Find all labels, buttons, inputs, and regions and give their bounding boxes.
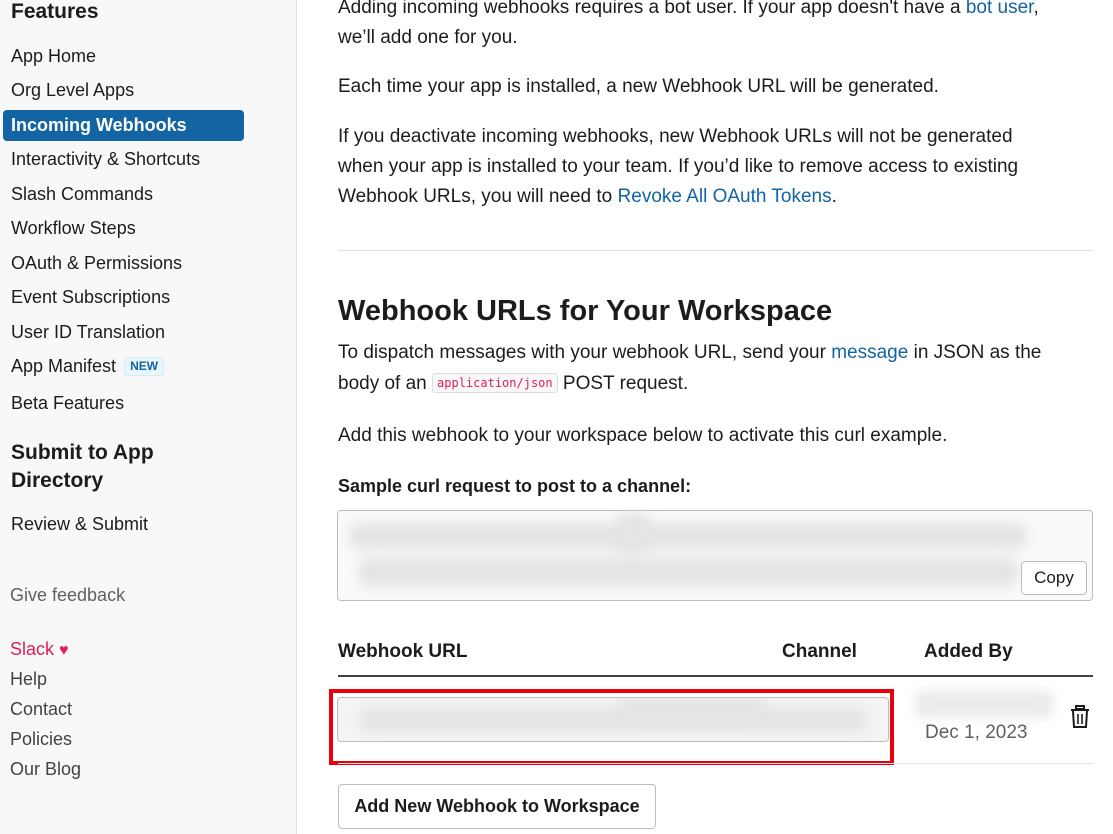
sidebar-item-beta-features[interactable]: Beta Features xyxy=(3,388,244,419)
policies-link[interactable]: Policies xyxy=(10,727,72,751)
sidebar: Features App Home Org Level Apps Incomin… xyxy=(0,0,297,834)
sample-curl-label: Sample curl request to post to a channel… xyxy=(338,476,692,496)
added-date: Dec 1, 2023 xyxy=(925,722,1028,743)
help-link[interactable]: Help xyxy=(10,667,47,691)
intro-comma: , xyxy=(1033,0,1039,18)
give-feedback-link[interactable]: Give feedback xyxy=(10,583,125,607)
sidebar-item-app-manifest[interactable]: App Manifest NEW xyxy=(3,351,244,382)
new-badge: NEW xyxy=(124,357,165,376)
highlight-box xyxy=(329,689,894,765)
activate-paragraph: Add this webhook to your workspace below… xyxy=(338,425,948,446)
submit-heading-line2: Directory xyxy=(11,469,104,492)
redacted-curl-line xyxy=(348,523,1028,549)
sidebar-item-oauth-permissions[interactable]: OAuth & Permissions xyxy=(3,248,244,279)
intro-text: Adding incoming webhooks requires a bot … xyxy=(338,0,966,18)
redacted-curl-blob xyxy=(616,513,650,553)
redacted-added-by-user xyxy=(914,690,1054,718)
column-header-channel: Channel xyxy=(782,641,857,662)
section-divider xyxy=(338,250,1093,251)
intro-paragraph: Adding incoming webhooks requires a bot … xyxy=(338,0,1058,53)
content-type-code: application/json xyxy=(432,373,558,393)
main-content: Adding incoming webhooks requires a bot … xyxy=(298,0,1113,834)
sidebar-item-incoming-webhooks[interactable]: Incoming Webhooks xyxy=(3,110,244,141)
submit-heading-line1: Submit to App xyxy=(11,441,154,464)
column-header-webhook-url: Webhook URL xyxy=(338,641,468,662)
sidebar-item-label: App Manifest xyxy=(11,356,117,376)
revoke-period: . xyxy=(831,186,837,207)
sidebar-item-review-submit[interactable]: Review & Submit xyxy=(3,509,244,540)
section-title: Webhook URLs for Your Workspace xyxy=(338,295,833,327)
sidebar-item-event-subscriptions[interactable]: Event Subscriptions xyxy=(3,282,244,313)
dispatch-text: To dispatch messages with your webhook U… xyxy=(338,342,832,363)
slack-label: Slack xyxy=(10,639,55,659)
curl-example-box[interactable]: Copy xyxy=(337,510,1093,601)
column-header-added-by: Added By xyxy=(924,641,1013,662)
copy-button[interactable]: Copy xyxy=(1021,561,1087,595)
features-heading: Features xyxy=(11,0,99,23)
bot-user-link[interactable]: bot user xyxy=(966,0,1034,18)
new-url-paragraph: Each time your app is installed, a new W… xyxy=(338,76,939,97)
redacted-curl-line xyxy=(358,557,1018,587)
dispatch-text3: POST request. xyxy=(557,373,689,394)
dispatch-paragraph: To dispatch messages with your webhook U… xyxy=(338,338,1058,399)
sidebar-item-workflow-steps[interactable]: Workflow Steps xyxy=(3,213,244,244)
slack-link[interactable]: Slack ♥ xyxy=(10,637,69,663)
table-row-rule xyxy=(338,763,1093,764)
contact-link[interactable]: Contact xyxy=(10,697,72,721)
message-link[interactable]: message xyxy=(831,342,908,363)
table-header-rule xyxy=(338,675,1093,677)
add-new-webhook-button[interactable]: Add New Webhook to Workspace xyxy=(338,784,656,829)
deactivate-paragraph: If you deactivate incoming webhooks, new… xyxy=(338,122,1058,212)
sidebar-item-slash-commands[interactable]: Slash Commands xyxy=(3,179,244,210)
blog-link[interactable]: Our Blog xyxy=(10,757,81,781)
heart-icon: ♥ xyxy=(59,642,69,659)
intro-line2: we’ll add one for you. xyxy=(338,27,518,48)
submit-heading: Submit to App Directory xyxy=(11,439,154,495)
sidebar-item-interactivity-shortcuts[interactable]: Interactivity & Shortcuts xyxy=(3,144,244,175)
trash-icon[interactable] xyxy=(1070,705,1090,729)
revoke-tokens-link[interactable]: Revoke All OAuth Tokens xyxy=(618,186,832,207)
sidebar-item-org-level-apps[interactable]: Org Level Apps xyxy=(3,75,244,106)
sidebar-item-user-id-translation[interactable]: User ID Translation xyxy=(3,317,244,348)
sidebar-item-app-home[interactable]: App Home xyxy=(3,41,244,72)
